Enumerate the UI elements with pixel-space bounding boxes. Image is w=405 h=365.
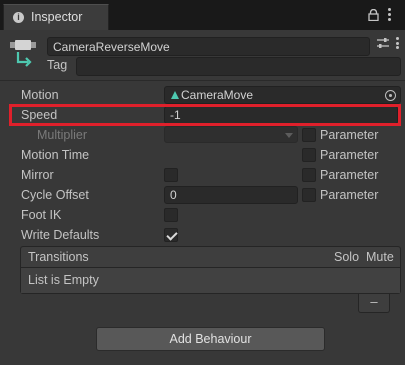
more-options-icon[interactable] [387, 8, 392, 22]
cycle-offset-parameter-label: Parameter [320, 188, 379, 202]
tab-inspector[interactable]: i Inspector [3, 4, 109, 30]
mirror-parameter-label: Parameter [320, 168, 379, 182]
motion-time-parameter-label: Parameter [320, 148, 379, 162]
transitions-body: List is Empty [21, 268, 400, 293]
mirror-parameter-checkbox[interactable] [302, 168, 316, 182]
multiplier-parameter-checkbox[interactable] [302, 128, 316, 142]
foot-ik-checkbox[interactable] [164, 208, 178, 222]
add-behaviour-button[interactable]: Add Behaviour [96, 327, 325, 351]
motion-value: CameraMove [181, 88, 254, 102]
info-icon: i [13, 12, 24, 23]
kebab-menu-icon[interactable] [396, 37, 400, 49]
foot-ik-label: Foot IK [21, 208, 62, 222]
state-icon [10, 40, 36, 67]
write-defaults-label: Write Defaults [21, 228, 100, 242]
motion-time-label: Motion Time [21, 148, 90, 162]
cycle-offset-parameter-checkbox[interactable] [302, 188, 316, 202]
tab-label: Inspector [31, 10, 83, 24]
tag-input[interactable] [76, 57, 401, 76]
motion-field[interactable]: CameraMove [164, 86, 401, 104]
separator [0, 80, 405, 81]
motion-time-parameter-checkbox[interactable] [302, 148, 316, 162]
preset-icon[interactable] [376, 36, 390, 50]
transitions-list: Transitions Solo Mute List is Empty [20, 246, 401, 294]
remove-transition-button[interactable]: – [358, 294, 390, 313]
transitions-title: Transitions [28, 250, 89, 264]
solo-column-label: Solo [334, 250, 360, 264]
write-defaults-checkbox[interactable] [164, 228, 178, 242]
state-name-input[interactable]: CameraReverseMove [47, 37, 370, 56]
tag-label: Tag [47, 58, 68, 72]
mirror-label: Mirror [21, 168, 54, 182]
multiplier-dropdown [164, 126, 298, 143]
empty-list-text: List is Empty [28, 273, 99, 287]
dropdown-arrow-icon [285, 133, 293, 138]
mute-column-label: Mute [366, 250, 394, 264]
mirror-checkbox[interactable] [164, 168, 178, 182]
animation-clip-icon [171, 91, 179, 99]
transitions-header: Transitions Solo Mute [21, 247, 400, 268]
motion-label: Motion [21, 88, 59, 102]
object-picker-icon[interactable] [385, 90, 396, 101]
multiplier-parameter-label: Parameter [320, 128, 379, 142]
speed-highlight-box [9, 104, 401, 126]
cycle-offset-label: Cycle Offset [21, 188, 89, 202]
cycle-offset-input[interactable]: 0 [164, 186, 298, 204]
multiplier-label: Multiplier [37, 128, 88, 142]
tab-bar: i Inspector [0, 0, 405, 30]
lock-icon[interactable] [368, 9, 379, 21]
